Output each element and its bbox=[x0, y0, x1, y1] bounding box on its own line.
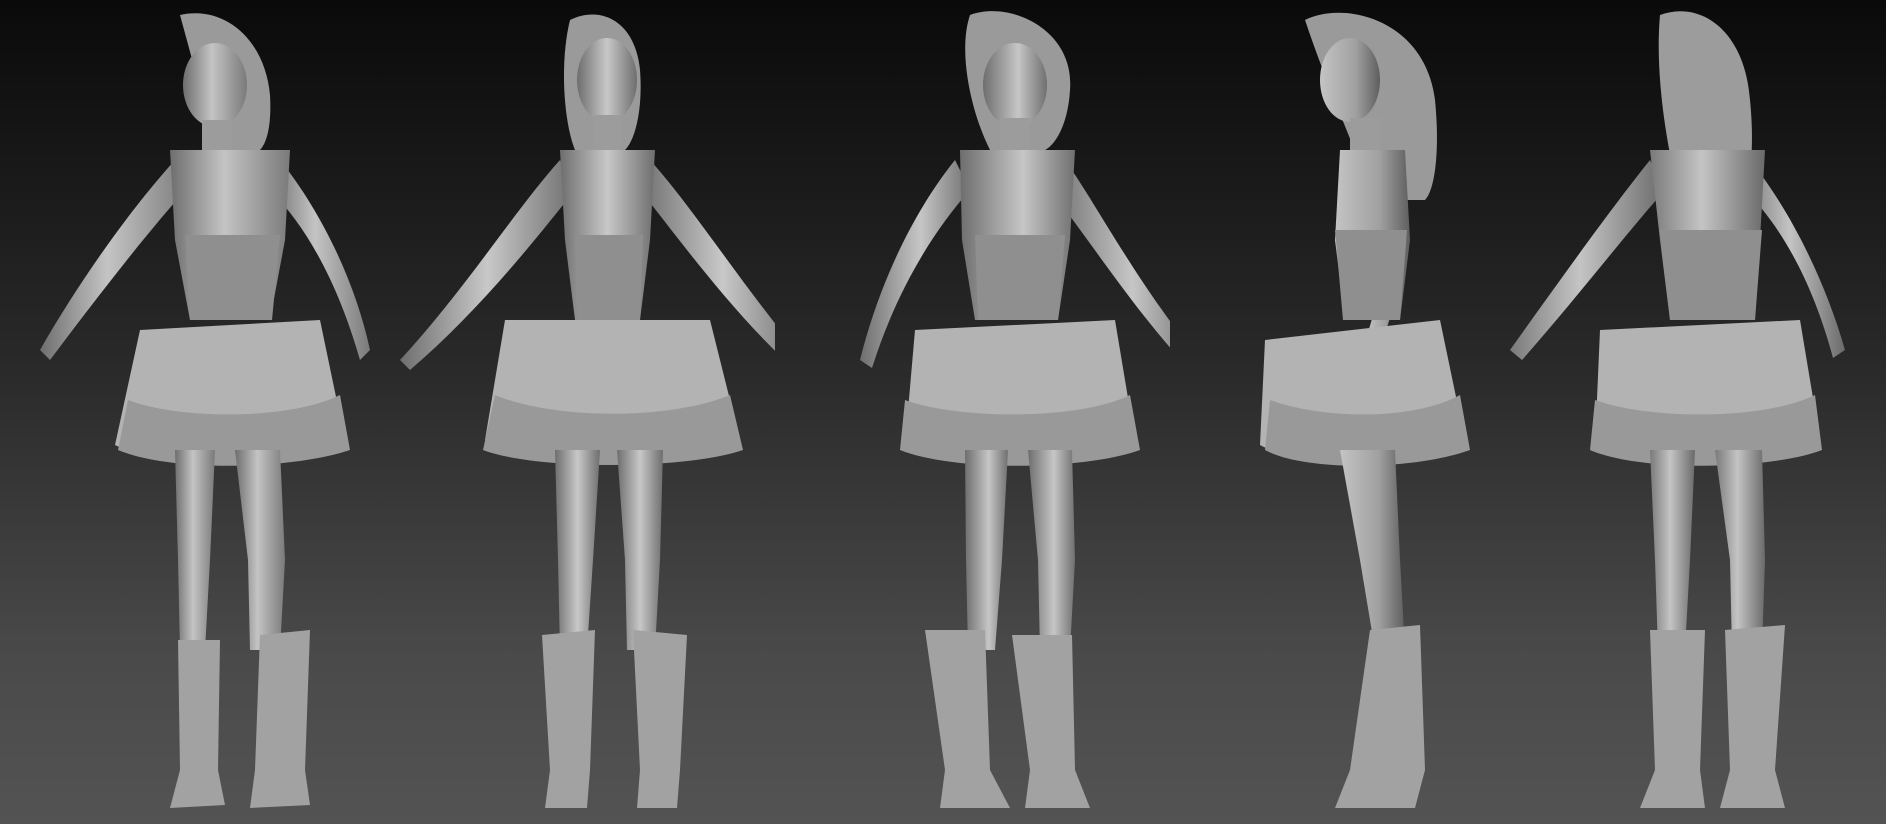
sculpt-turnaround-canvas bbox=[0, 0, 1886, 824]
figure-view-front bbox=[395, 0, 775, 824]
figure-view-back bbox=[1500, 0, 1886, 824]
figure-back bbox=[1510, 11, 1845, 808]
figure-side bbox=[1260, 12, 1470, 808]
figure-three-quarter-right bbox=[860, 11, 1170, 808]
figure-view-three-quarter-right bbox=[790, 0, 1170, 824]
figure-view-side bbox=[1235, 0, 1535, 824]
figure-view-three-quarter-left bbox=[10, 0, 390, 824]
figure-three-quarter-left bbox=[40, 13, 370, 808]
figure-front bbox=[400, 14, 775, 808]
